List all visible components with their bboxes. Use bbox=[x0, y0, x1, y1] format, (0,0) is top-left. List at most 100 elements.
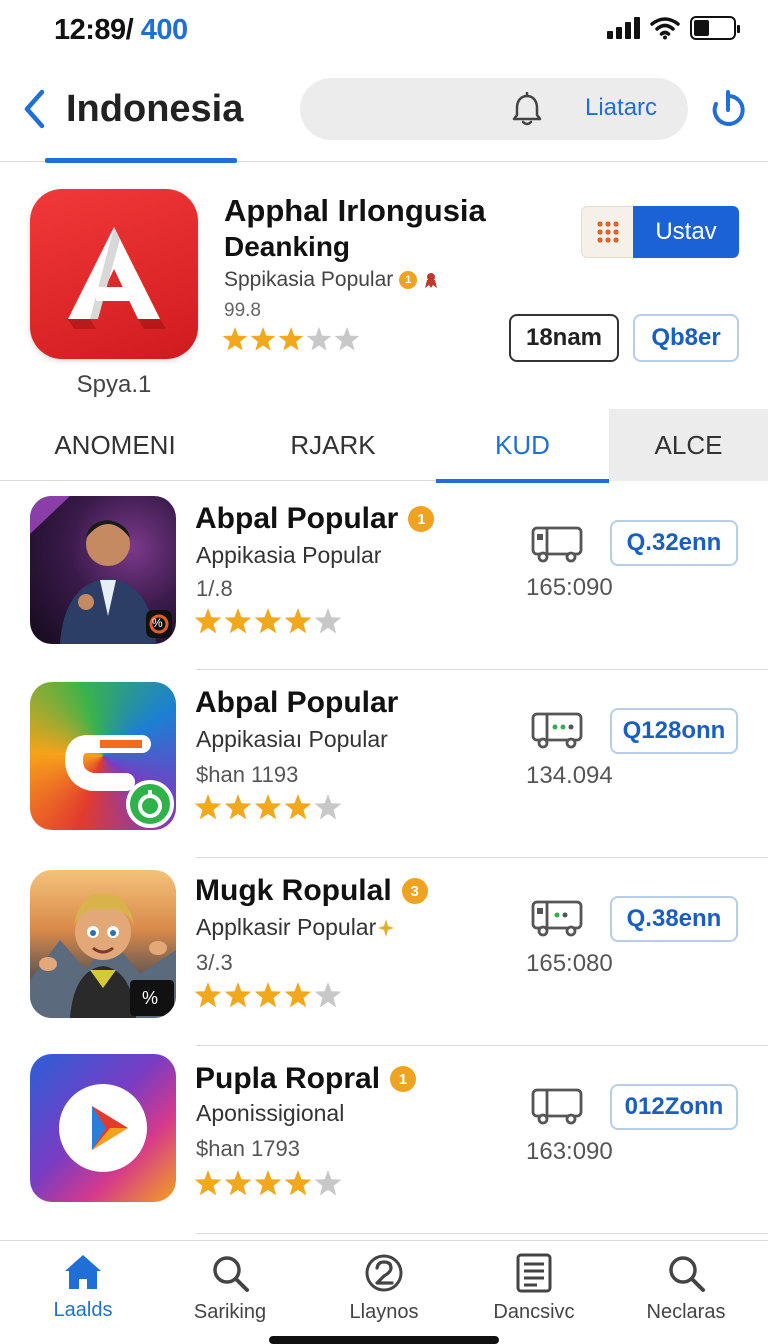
featured-app[interactable]: Spya.1 Apphal Irlongusia Deanking Sppika… bbox=[0, 163, 768, 409]
get-button[interactable]: 012Zonn bbox=[610, 1084, 738, 1130]
star-filled-icon bbox=[222, 327, 248, 351]
featured-app-subtitle: Deanking bbox=[224, 231, 351, 262]
row-divider bbox=[196, 1232, 768, 1234]
tabbar-label: Dancsivc bbox=[493, 1301, 575, 1323]
status-bar: 12:89/ 400 bbox=[0, 0, 768, 62]
app-subtitle: Appikasiaı Popular bbox=[196, 726, 388, 752]
featured-app-caption: Spya.1 bbox=[76, 371, 152, 398]
get-button[interactable]: Q.32enn bbox=[610, 520, 738, 566]
bell-icon[interactable] bbox=[510, 92, 544, 128]
star-filled-icon bbox=[224, 794, 252, 820]
featured-rating-stars bbox=[222, 327, 360, 358]
tab-anomeni[interactable]: ANOMENI bbox=[0, 409, 230, 481]
battery-icon bbox=[690, 16, 740, 40]
star-filled-icon bbox=[284, 1170, 312, 1196]
list-icon bbox=[516, 1253, 552, 1293]
size-pill[interactable]: Qb8er bbox=[633, 314, 739, 362]
search-bar[interactable]: Liatarc bbox=[300, 78, 688, 140]
back-button[interactable] bbox=[14, 84, 54, 134]
refresh-icon[interactable] bbox=[706, 88, 750, 132]
app-icon-play[interactable] bbox=[30, 1054, 176, 1202]
app-icon-portrait[interactable]: % bbox=[30, 496, 176, 644]
star-filled-icon bbox=[194, 794, 222, 820]
star-rating-icons bbox=[194, 794, 342, 820]
status-time-accent: 400 bbox=[140, 14, 188, 46]
download-count: 163:090 bbox=[526, 1138, 613, 1165]
tabbar-item-home[interactable]: Laalds bbox=[6, 1253, 160, 1322]
status-time-main: 12:89 bbox=[54, 14, 126, 46]
star-empty-icon bbox=[314, 1170, 342, 1196]
star-filled-icon bbox=[254, 982, 282, 1008]
letter-a-logo-icon bbox=[68, 227, 166, 329]
home-icon bbox=[65, 1255, 101, 1289]
award-badge-icon: 1 bbox=[390, 1066, 417, 1092]
star-empty-icon bbox=[306, 327, 332, 351]
star-empty-icon bbox=[314, 982, 342, 1008]
list-item[interactable]: % Abpal Popular 1 Appikasia Popular 1/.8… bbox=[0, 482, 768, 670]
play-logo-icon bbox=[59, 1084, 147, 1172]
delivery-truck-icon bbox=[531, 900, 583, 937]
age-rating-pill[interactable]: 18nam bbox=[509, 314, 619, 362]
install-button-group: Ustav bbox=[581, 206, 739, 258]
status-icons bbox=[607, 16, 740, 40]
app-subtitle: Appikasia Popular bbox=[196, 542, 382, 568]
tab-kud[interactable]: KUD bbox=[436, 409, 609, 483]
star-filled-icon bbox=[194, 608, 222, 634]
star-rating-icons bbox=[222, 327, 360, 351]
grid-dots-icon bbox=[596, 221, 619, 243]
star-filled-icon bbox=[284, 608, 312, 634]
app-icon-character[interactable]: % bbox=[30, 870, 176, 1018]
featured-category-label: Sppikasia Popular bbox=[224, 268, 394, 291]
delivery-truck-icon bbox=[531, 1088, 583, 1125]
tabbar-label: Llaynos bbox=[349, 1301, 419, 1323]
star-filled-icon bbox=[254, 608, 282, 634]
grid-menu-button[interactable] bbox=[581, 206, 633, 258]
star-rating-icons bbox=[194, 982, 342, 1008]
app-meta: $han 1193 bbox=[196, 762, 299, 787]
tabbar-item-updates[interactable]: Llaynos bbox=[307, 1253, 461, 1324]
app-subtitle: Applkasir Popular bbox=[196, 914, 395, 941]
star-filled-icon bbox=[284, 982, 312, 1008]
tab-alce[interactable]: ALCE bbox=[609, 409, 768, 481]
star-filled-icon bbox=[278, 327, 304, 351]
app-name: Mugk Ropulal 3 bbox=[195, 874, 428, 908]
status-time: 12:89/ 400 bbox=[54, 14, 188, 47]
app-meta: $han 1793 bbox=[196, 1136, 300, 1161]
bottom-tab-bar: Laalds Sariking Llaynos Dancsivc Neclara… bbox=[0, 1240, 768, 1344]
page-title: Indonesia bbox=[66, 88, 244, 130]
star-filled-icon bbox=[194, 1170, 222, 1196]
star-filled-icon bbox=[284, 794, 312, 820]
star-filled-icon bbox=[224, 1170, 252, 1196]
wifi-icon bbox=[650, 17, 680, 40]
get-button[interactable]: Q.38enn bbox=[610, 896, 738, 942]
install-button[interactable]: Ustav bbox=[633, 206, 739, 258]
featured-app-icon[interactable] bbox=[30, 189, 198, 359]
award-badge-icon: 1 bbox=[399, 271, 418, 289]
search-bar-label: Liatarc bbox=[585, 94, 658, 121]
star-filled-icon bbox=[194, 982, 222, 1008]
search-icon bbox=[213, 1256, 249, 1292]
home-indicator bbox=[269, 1336, 499, 1344]
list-item[interactable]: Pupla Ropral 1 Aponissigional $han 1793 … bbox=[0, 1046, 768, 1234]
app-icon-label: % bbox=[152, 616, 163, 630]
app-meta: 1/.8 bbox=[196, 576, 233, 601]
award-badge-icon: 1 bbox=[408, 506, 435, 532]
list-item[interactable]: Abpal Popular Appikasiaı Popular $han 11… bbox=[0, 670, 768, 858]
tabbar-item-search-2[interactable]: Neclaras bbox=[609, 1253, 763, 1324]
category-tabs: ANOMENI RJARK KUD ALCE bbox=[0, 409, 768, 483]
tab-rjark[interactable]: RJARK bbox=[230, 409, 436, 481]
app-subtitle: Aponissigional bbox=[196, 1100, 345, 1126]
get-button[interactable]: Q128onn bbox=[610, 708, 738, 754]
tabbar-item-list[interactable]: Dancsivc bbox=[457, 1253, 611, 1324]
star-empty-icon bbox=[314, 608, 342, 634]
tabbar-label: Neclaras bbox=[646, 1301, 726, 1323]
delivery-truck-icon bbox=[531, 712, 583, 749]
download-count: 165:080 bbox=[526, 950, 613, 977]
app-name: Pupla Ropral 1 bbox=[195, 1062, 417, 1096]
app-name-text: Abpal Popular bbox=[195, 502, 399, 535]
app-name-text: Mugk Ropulal bbox=[195, 874, 392, 907]
list-item[interactable]: % Mugk Ropulal 3 Applkasir Popular 3/.3 … bbox=[0, 858, 768, 1046]
app-icon-g-logo[interactable] bbox=[30, 682, 176, 830]
tabbar-item-search[interactable]: Sariking bbox=[153, 1253, 307, 1324]
star-filled-icon bbox=[254, 1170, 282, 1196]
